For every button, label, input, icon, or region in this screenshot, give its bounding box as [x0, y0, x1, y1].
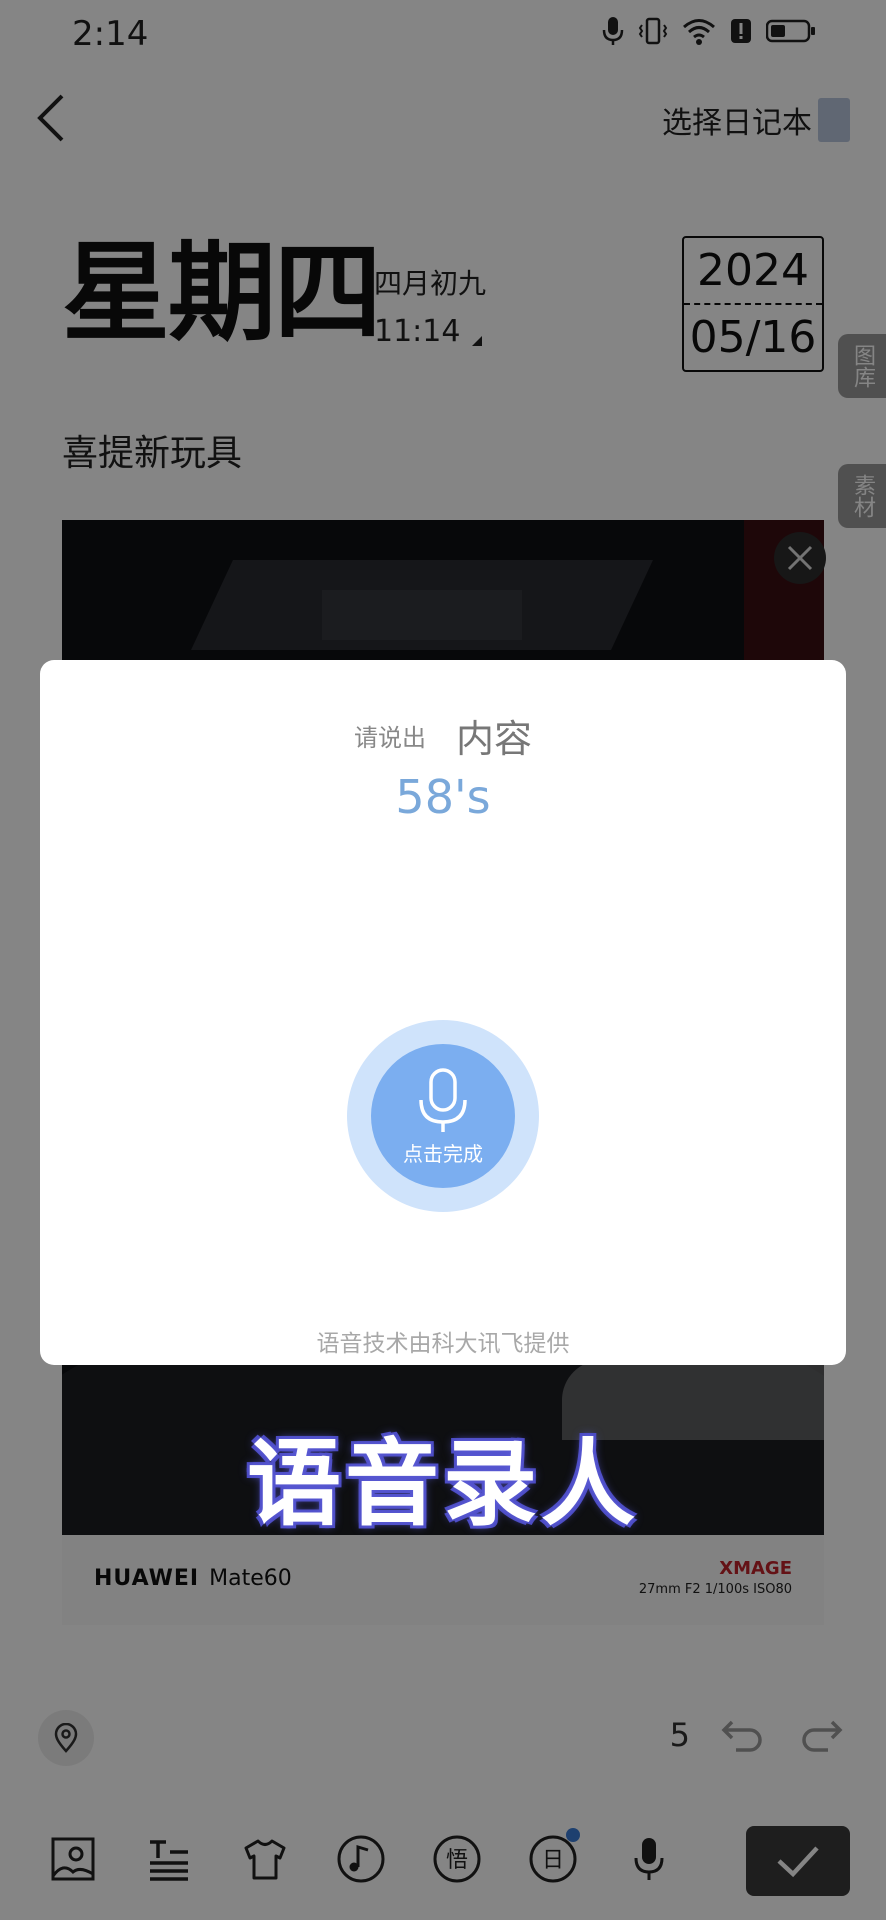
voice-input-dialog: 请说出 内容 58's 点击完成 语音技术由科大讯飞提供 — [40, 660, 846, 1365]
finish-recording-button[interactable]: 点击完成 — [371, 1044, 515, 1188]
voice-prompt: 请说出 内容 — [40, 708, 846, 763]
voice-prompt-big: 内容 — [455, 717, 532, 761]
voice-credit: 语音技术由科大讯飞提供 — [316, 1331, 570, 1357]
voice-timer: 58's — [395, 770, 491, 824]
voice-prompt-small: 请说出 — [353, 724, 426, 752]
microphone-icon — [419, 1067, 467, 1132]
video-caption: 语音录人 — [246, 1430, 639, 1539]
finish-recording-label: 点击完成 — [403, 1141, 483, 1166]
